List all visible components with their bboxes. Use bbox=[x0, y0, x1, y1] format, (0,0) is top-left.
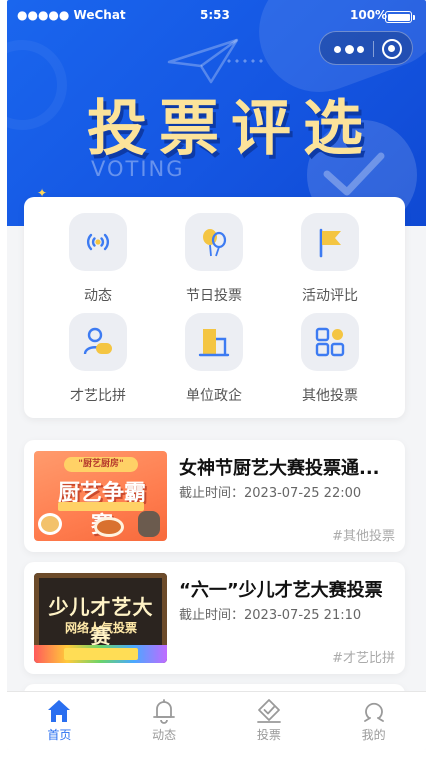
category-grid: 动态 节日投票 活动评比 才艺比拼 单位政企 其他投票 bbox=[24, 197, 405, 418]
category-label: 节日投票 bbox=[186, 288, 242, 304]
vote-thumbnail: 少儿才艺大赛 网络人气投票 bbox=[34, 573, 167, 663]
tab-home[interactable]: 首页 bbox=[7, 692, 112, 750]
category-other[interactable]: 其他投票 bbox=[280, 313, 380, 405]
thumbnail-subtitle: 网络人气投票 bbox=[64, 621, 137, 635]
category-label: 活动评比 bbox=[302, 288, 358, 304]
vote-card[interactable]: 少儿才艺大赛 网络人气投票 “六一”少儿才艺大赛投票 截止时间：2023-07-… bbox=[24, 562, 405, 674]
capsule-menu bbox=[319, 31, 413, 65]
category-organization[interactable]: 单位政企 bbox=[164, 313, 264, 405]
mini-program-page: ✦ ●●●●● WeChat 5:53 100% 投票评选 VOTING 动态 … bbox=[7, 0, 426, 750]
status-bar: ●●●●● WeChat 5:53 100% bbox=[7, 4, 426, 26]
balloons-icon bbox=[203, 229, 227, 257]
banner-decoration bbox=[7, 40, 67, 130]
home-icon bbox=[48, 700, 71, 722]
category-festival[interactable]: 节日投票 bbox=[164, 213, 264, 305]
flag-icon bbox=[319, 228, 341, 258]
category-talent[interactable]: 才艺比拼 bbox=[48, 313, 148, 405]
tab-label: 动态 bbox=[152, 728, 177, 742]
vote-category-tag: #才艺比拼 bbox=[332, 651, 395, 666]
thumbnail-banner bbox=[58, 502, 144, 511]
vote-title: “六一”少儿才艺大赛投票 bbox=[179, 580, 383, 601]
building-icon bbox=[198, 329, 230, 357]
category-dynamic[interactable]: 动态 bbox=[48, 213, 148, 305]
vote-category-tag: #其他投票 bbox=[332, 529, 395, 544]
category-activity[interactable]: 活动评比 bbox=[280, 213, 380, 305]
tab-dynamic[interactable]: 动态 bbox=[112, 692, 217, 750]
battery-tip bbox=[413, 15, 415, 20]
grid-icon bbox=[315, 327, 345, 357]
vote-deadline: 截止时间：2023-07-25 22:00 bbox=[179, 486, 362, 501]
tab-vote[interactable]: 投票 bbox=[217, 692, 322, 750]
category-label: 其他投票 bbox=[302, 388, 358, 404]
banner-title: 投票评选 bbox=[87, 94, 375, 164]
thumbnail-tag: "厨艺厨房" bbox=[64, 457, 138, 472]
category-tile bbox=[185, 313, 243, 371]
chef-figure bbox=[138, 511, 160, 537]
battery-icon bbox=[385, 11, 412, 23]
category-tile bbox=[69, 313, 127, 371]
vote-deadline: 截止时间：2023-07-25 21:10 bbox=[179, 608, 362, 623]
tab-bar: 首页 动态 投票 我的 bbox=[7, 691, 426, 750]
tab-label: 首页 bbox=[47, 728, 72, 742]
banner: ✦ ●●●●● WeChat 5:53 100% 投票评选 VOTING bbox=[7, 0, 426, 226]
vote-icon bbox=[256, 699, 281, 723]
close-miniprogram-icon[interactable] bbox=[382, 39, 402, 59]
carrier-label: ●●●●● WeChat bbox=[17, 8, 126, 22]
tab-label: 我的 bbox=[361, 728, 386, 742]
category-tile bbox=[69, 213, 127, 271]
broadcast-icon bbox=[86, 233, 110, 251]
dish-icon bbox=[38, 513, 62, 535]
capsule-divider bbox=[373, 41, 374, 57]
user-icon bbox=[363, 702, 384, 722]
category-tile bbox=[301, 313, 359, 371]
bell-icon bbox=[153, 699, 176, 724]
category-label: 动态 bbox=[84, 288, 112, 304]
tab-mine[interactable]: 我的 bbox=[321, 692, 426, 750]
battery-percent: 100% bbox=[350, 8, 388, 22]
category-label: 才艺比拼 bbox=[70, 388, 126, 404]
vote-title: 女神节厨艺大赛投票通... bbox=[179, 458, 380, 479]
category-label: 单位政企 bbox=[186, 388, 242, 404]
more-icon[interactable] bbox=[334, 42, 364, 56]
clock: 5:53 bbox=[200, 8, 230, 22]
category-tile bbox=[185, 213, 243, 271]
thumbnail-footer bbox=[64, 648, 138, 660]
dish-icon bbox=[94, 517, 124, 537]
vote-thumbnail: "厨艺厨房" 厨艺争霸赛 bbox=[34, 451, 167, 541]
tab-label: 投票 bbox=[256, 728, 281, 742]
person-card-icon bbox=[83, 327, 112, 355]
paper-plane-icon bbox=[167, 38, 239, 84]
category-tile bbox=[301, 213, 359, 271]
vote-card[interactable]: "厨艺厨房" 厨艺争霸赛 女神节厨艺大赛投票通... 截止时间：2023-07-… bbox=[24, 440, 405, 552]
banner-subtitle: VOTING bbox=[91, 157, 185, 181]
